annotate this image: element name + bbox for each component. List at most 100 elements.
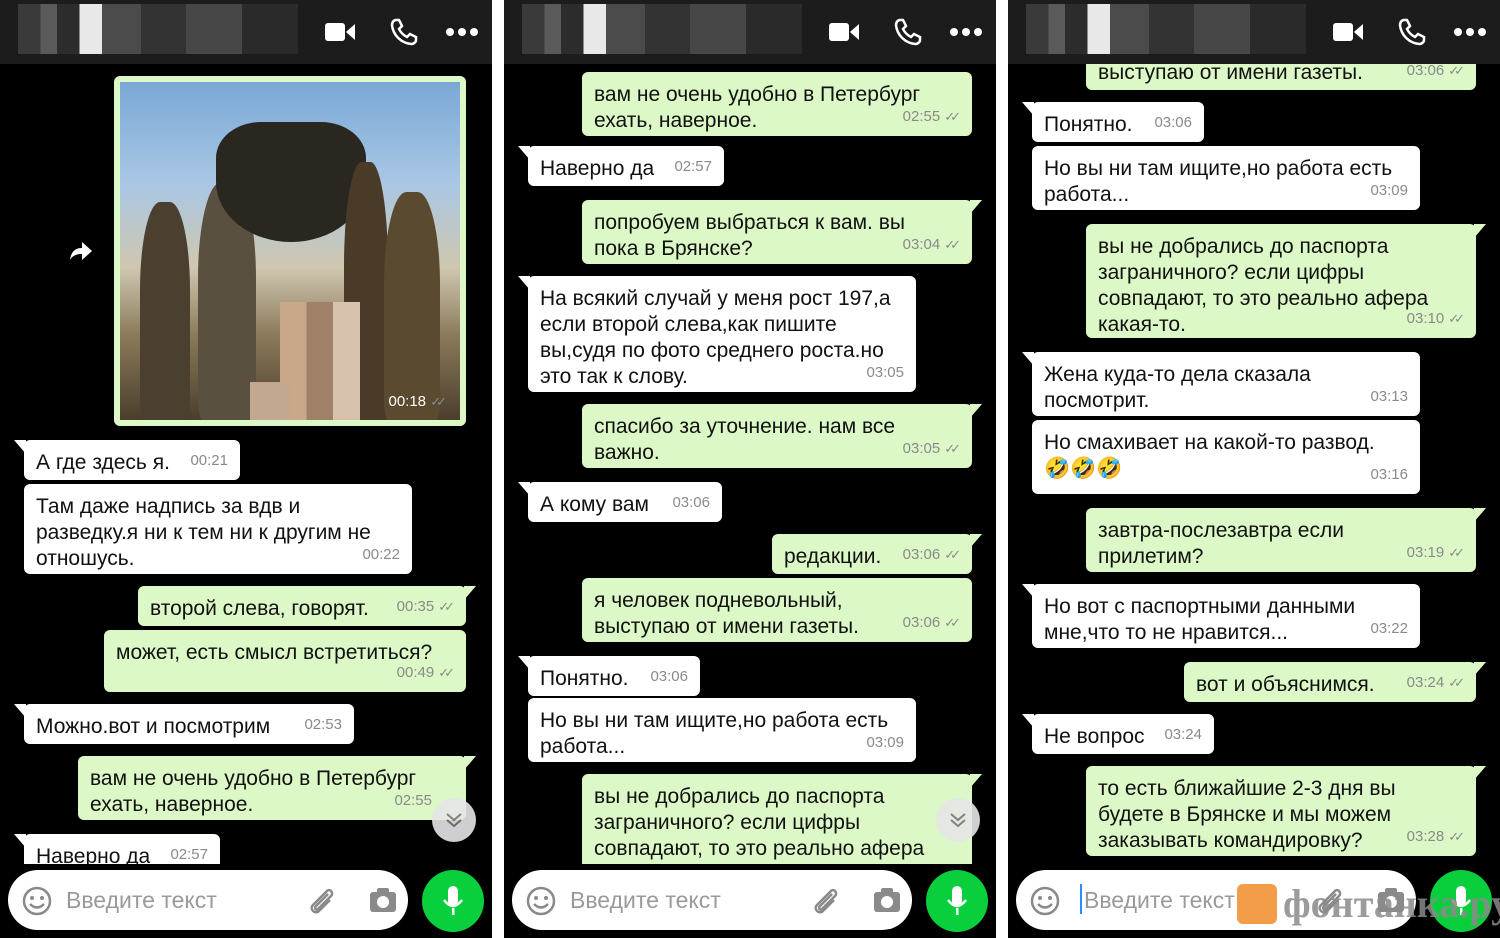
emoji-icon[interactable] (526, 886, 556, 921)
attach-icon[interactable] (306, 886, 336, 921)
scroll-down-icon[interactable] (936, 798, 980, 842)
message-time: 03:09 (866, 734, 904, 751)
message-in[interactable]: Не вопрос 03:24 (1022, 714, 1214, 754)
contact-avatar-blurred[interactable] (18, 4, 298, 54)
message-in[interactable]: А кому вам 03:06 (518, 482, 722, 522)
message-out[interactable]: вам не очень удобно в Петербург ехать, н… (582, 72, 972, 136)
message-out[interactable]: вы не добрались до паспорта заграничного… (1086, 224, 1486, 338)
message-text: На всякий случай у меня рост 197,а если … (540, 287, 891, 388)
mic-icon (443, 886, 463, 915)
message-input[interactable]: Введите текст (1084, 887, 1235, 914)
message-in[interactable]: Понятно. 03:06 (518, 656, 700, 696)
message-time: 00:21 (190, 452, 228, 469)
watermark: фонтанка.ру (1237, 880, 1500, 927)
phone-icon[interactable] (890, 14, 926, 50)
video-call-icon[interactable] (1330, 14, 1366, 50)
message-time: 03:10 (1406, 310, 1445, 327)
chat-header (504, 0, 996, 64)
message-list[interactable]: вам не очень удобно в Петербург ехать, н… (504, 64, 996, 864)
message-out[interactable]: выступаю от имени газеты. 03:06 ✓✓ (1086, 64, 1476, 90)
chat-screen-1: 00:18 ✓✓ А где здесь я. 00:21 Там даже н… (0, 0, 492, 938)
message-time: 03:06 (902, 614, 941, 631)
message-in[interactable]: Жена куда-то дела сказала посмотрит. 03:… (1022, 352, 1420, 416)
attach-icon[interactable] (810, 886, 840, 921)
video-call-icon[interactable] (826, 14, 862, 50)
message-time: 03:19 (1406, 544, 1445, 561)
message-time: 03:24 (1164, 726, 1202, 743)
message-time: 03:05 (866, 364, 904, 381)
message-time: 02:57 (170, 846, 208, 863)
message-in[interactable]: Но вот с паспортными данными мне,что то … (1022, 584, 1420, 648)
message-list[interactable]: выступаю от имени газеты. 03:06 ✓✓ Понятн… (1008, 64, 1500, 864)
video-call-icon[interactable] (322, 14, 358, 50)
message-text: вы не добрались до паспорта заграничного… (594, 785, 925, 860)
message-out[interactable]: попробуем выбраться к вам. вы пока в Бря… (582, 200, 982, 264)
message-out[interactable]: второй слева, говорят. 00:35 ✓✓ (138, 586, 476, 626)
chat-screen-3: выступаю от имени газеты. 03:06 ✓✓ Понятн… (1008, 0, 1500, 938)
watermark-text: фонтанка.ру (1283, 881, 1500, 926)
message-time: 03:06 (650, 668, 688, 685)
message-input-bar[interactable]: Введите текст (512, 870, 912, 930)
message-time: 02:55 (902, 108, 941, 125)
message-time: 00:22 (362, 546, 400, 563)
message-time: 00:35 (396, 598, 435, 615)
message-out[interactable]: вот и объяснимся. 03:24 ✓✓ (1184, 662, 1486, 702)
emoji-icon[interactable] (1030, 886, 1060, 921)
message-in[interactable]: Там даже надпись за вдв и разведку.я ни … (24, 484, 412, 574)
message-in[interactable]: Но вы ни там ищите,но работа есть работа… (528, 698, 916, 762)
message-out[interactable]: редакции. 03:06 ✓✓ (772, 534, 982, 574)
message-time: 02:57 (674, 158, 712, 175)
contact-avatar-blurred[interactable] (1026, 4, 1306, 54)
message-time: 03:09 (1370, 182, 1408, 199)
message-in[interactable]: Наверно да 02:57 (14, 834, 220, 864)
message-time: 03:06 (1154, 114, 1192, 131)
message-in[interactable]: Можно.вот и посмотрим 02:53 (14, 704, 354, 744)
phone-icon[interactable] (1394, 14, 1430, 50)
emoji-icon[interactable] (22, 886, 52, 921)
message-out[interactable]: я человек подневольный, выступаю от имен… (582, 578, 972, 642)
message-out[interactable]: вам не очень удобно в Петербург ехать, н… (78, 756, 476, 820)
message-input[interactable]: Введите текст (66, 887, 217, 914)
scroll-down-icon[interactable] (432, 798, 476, 842)
message-text: Можно.вот и посмотрим (36, 715, 271, 738)
message-time: 02:55 (394, 792, 432, 809)
contact-avatar-blurred[interactable] (522, 4, 802, 54)
chat-header (1008, 0, 1500, 64)
message-in[interactable]: А где здесь я. 00:21 (14, 440, 240, 480)
message-in[interactable]: Понятно. 03:06 (1022, 102, 1204, 142)
message-time: 03:13 (1370, 388, 1408, 405)
message-in[interactable]: Наверно да 02:57 (518, 146, 724, 186)
message-out[interactable]: спасибо за уточнение. нам все важно. 03:… (582, 404, 982, 468)
message-out[interactable]: завтра-послезавтра если прилетим? 03:19 ✓… (1086, 508, 1486, 572)
message-text: Но вы ни там ищите,но работа есть работа… (1044, 157, 1393, 206)
text-cursor (1080, 884, 1082, 914)
message-text: Но вы ни там ищите,но работа есть работа… (540, 709, 889, 758)
message-time: 03:06 (902, 546, 941, 563)
message-time: 03:16 (1370, 466, 1408, 483)
message-text: Там даже надпись за вдв и разведку.я ни … (36, 495, 371, 570)
message-list[interactable]: А где здесь я. 00:21 Там даже надпись за… (0, 64, 492, 864)
message-in[interactable]: Но вы ни там ищите,но работа есть работа… (1032, 146, 1420, 210)
message-in[interactable]: На всякий случай у меня рост 197,а если … (518, 276, 916, 392)
mic-button[interactable] (422, 870, 484, 932)
message-input[interactable]: Введите текст (570, 887, 721, 914)
message-out[interactable]: то есть ближайшие 2-3 дня вы будете в Бр… (1086, 766, 1486, 856)
camera-icon[interactable] (872, 886, 902, 919)
message-time: 03:28 (1406, 828, 1445, 845)
message-time: 03:04 (902, 236, 941, 253)
message-out[interactable]: может, есть смысл встретиться? 00:49 ✓✓ (104, 630, 466, 692)
message-time: 03:22 (1370, 620, 1408, 637)
more-icon[interactable] (444, 14, 480, 50)
message-out[interactable]: вы не добрались до паспорта заграничного… (582, 774, 982, 864)
more-icon[interactable] (1452, 14, 1488, 50)
message-text: Но смахивает на какой-то развод. 🤣🤣🤣 (1044, 431, 1375, 480)
message-time: 03:06 (672, 494, 710, 511)
mic-button[interactable] (926, 870, 988, 932)
phone-icon[interactable] (386, 14, 422, 50)
camera-icon[interactable] (368, 886, 398, 919)
message-input-bar[interactable]: Введите текст (8, 870, 408, 930)
message-time: 02:53 (304, 716, 342, 733)
more-icon[interactable] (948, 14, 984, 50)
message-time: 03:05 (902, 440, 941, 457)
message-in[interactable]: Но смахивает на какой-то развод. 🤣🤣🤣 03:… (1032, 420, 1420, 494)
